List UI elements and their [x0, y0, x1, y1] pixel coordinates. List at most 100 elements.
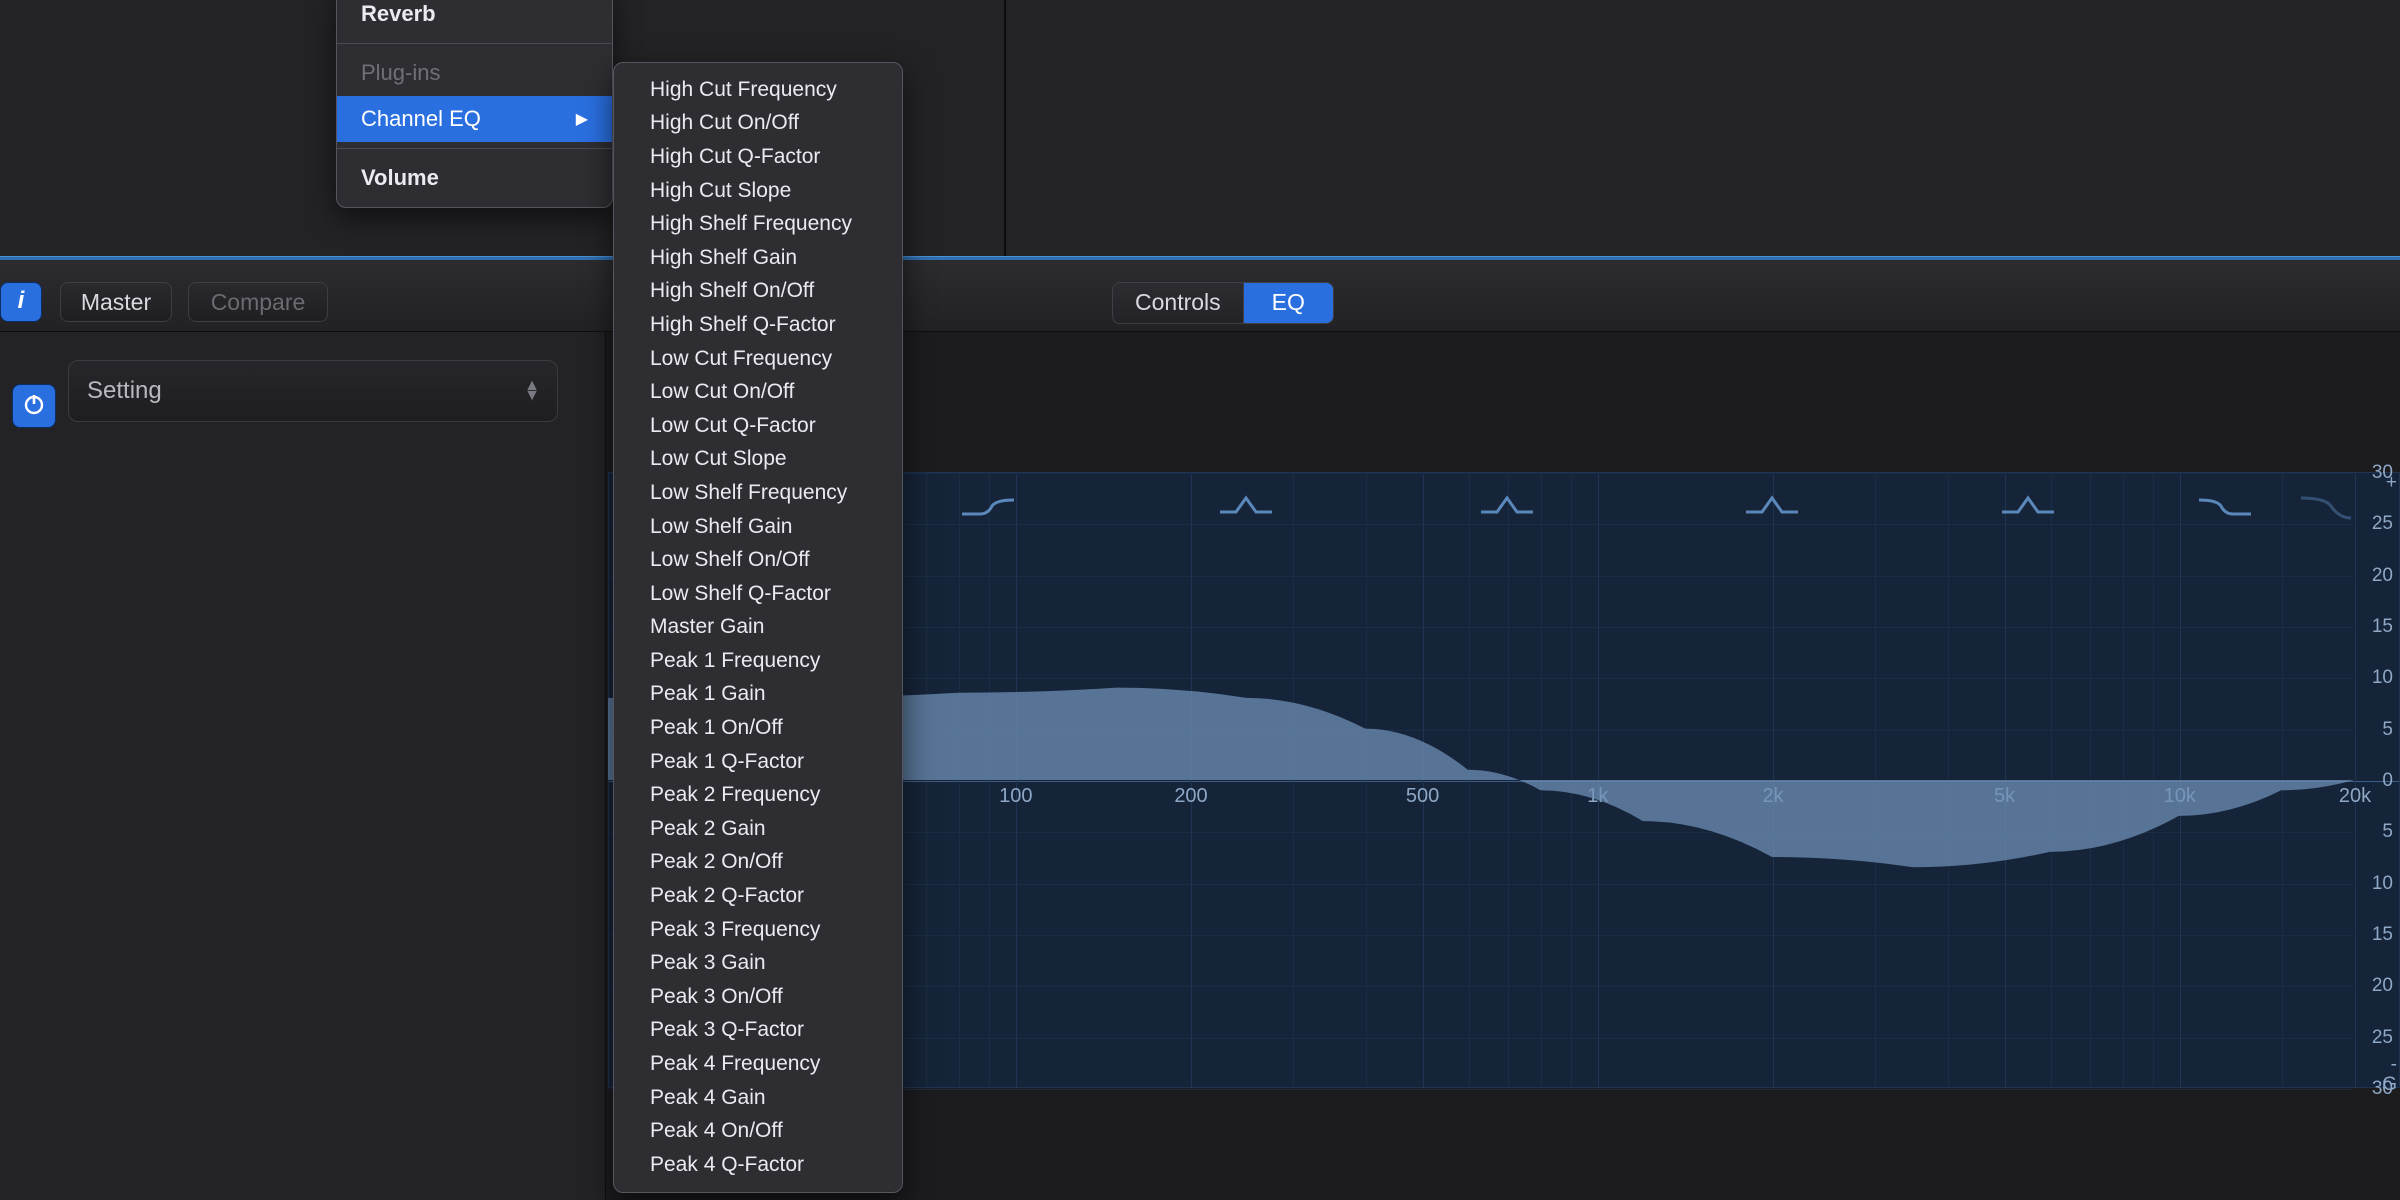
submenu-item[interactable]: High Cut Slope: [614, 174, 902, 208]
tab-eq[interactable]: EQ: [1244, 283, 1333, 323]
gridline-vertical: [1598, 473, 1599, 1087]
submenu-item[interactable]: Peak 4 Frequency: [614, 1047, 902, 1081]
submenu-item[interactable]: High Cut On/Off: [614, 107, 902, 141]
submenu-item[interactable]: Peak 1 Q-Factor: [614, 745, 902, 779]
submenu-item[interactable]: Low Shelf Q-Factor: [614, 577, 902, 611]
power-icon: [22, 392, 46, 421]
freq-tick-label: 500: [1406, 785, 1439, 808]
info-button[interactable]: i: [0, 282, 42, 322]
submenu-item[interactable]: Peak 4 On/Off: [614, 1114, 902, 1148]
power-button[interactable]: [12, 384, 56, 428]
submenu-item[interactable]: Low Shelf On/Off: [614, 543, 902, 577]
lowshelf-band-icon[interactable]: [958, 492, 1018, 527]
db-tick-label: 15: [2372, 616, 2393, 638]
submenu-item[interactable]: Peak 2 Q-Factor: [614, 879, 902, 913]
gridline-vertical-minor: [2123, 473, 2124, 1087]
submenu-item[interactable]: High Shelf Q-Factor: [614, 308, 902, 342]
preset-select[interactable]: Setting ▲▼: [68, 360, 558, 422]
peak-band-icon[interactable]: [1742, 492, 1802, 527]
submenu-item[interactable]: Peak 3 Gain: [614, 946, 902, 980]
submenu-item[interactable]: Peak 4 Gain: [614, 1081, 902, 1115]
stepper-arrows-icon: ▲▼: [524, 381, 539, 401]
submenu-item[interactable]: Peak 4 Q-Factor: [614, 1148, 902, 1182]
submenu-item[interactable]: High Cut Frequency: [614, 73, 902, 107]
db-tick-label: 10: [2372, 873, 2393, 895]
submenu-item[interactable]: High Shelf Frequency: [614, 207, 902, 241]
db-tick-label: 10: [2372, 667, 2393, 689]
menu-item[interactable]: Reverb: [337, 0, 612, 37]
peak-band-icon[interactable]: [1216, 492, 1276, 527]
gridline-vertical-minor: [2090, 473, 2091, 1087]
submenu-item[interactable]: Peak 1 Frequency: [614, 644, 902, 678]
menu-separator: [337, 43, 612, 44]
submenu-item[interactable]: Low Cut Slope: [614, 443, 902, 477]
gridline-vertical-minor: [1366, 473, 1367, 1087]
submenu-item[interactable]: Low Cut Q-Factor: [614, 409, 902, 443]
channel-eq-submenu[interactable]: High Cut FrequencyHigh Cut On/OffHigh Cu…: [613, 62, 903, 1193]
freq-tick-label: 2k: [1762, 785, 1783, 808]
gridline-vertical-minor: [1541, 473, 1542, 1087]
submenu-item[interactable]: High Shelf Gain: [614, 241, 902, 275]
gridline-vertical-minor: [1469, 473, 1470, 1087]
freq-tick-label: 20k: [2339, 785, 2371, 808]
gridline-vertical: [2005, 473, 2006, 1087]
submenu-item[interactable]: Peak 3 Q-Factor: [614, 1014, 902, 1048]
gridline-vertical-minor: [1293, 473, 1294, 1087]
gridline-vertical-minor: [1508, 473, 1509, 1087]
db-tick-label: 0: [2382, 770, 2393, 792]
submenu-item[interactable]: Low Cut Frequency: [614, 342, 902, 376]
db-tick-label: 20: [2372, 565, 2393, 587]
gridline-vertical: [2180, 473, 2181, 1087]
gridline-vertical: [1191, 473, 1192, 1087]
highshelf-band-icon[interactable]: [2195, 492, 2255, 527]
gridline-vertical: [1773, 473, 1774, 1087]
menu-item-label: Reverb: [361, 1, 436, 27]
submenu-item[interactable]: Peak 3 Frequency: [614, 913, 902, 947]
freq-tick-label: 10k: [2164, 785, 2196, 808]
db-tick-label: 5: [2382, 719, 2393, 741]
peak-band-icon[interactable]: [1998, 492, 2058, 527]
db-scale-mark: G: [2382, 1074, 2397, 1096]
gridline-vertical-minor: [2153, 473, 2154, 1087]
submenu-item[interactable]: Master Gain: [614, 611, 902, 645]
tab-controls[interactable]: Controls: [1113, 283, 1244, 323]
highcut-band-icon[interactable]: [2297, 492, 2357, 527]
peak-band-icon[interactable]: [1477, 492, 1537, 527]
submenu-item[interactable]: Low Shelf Frequency: [614, 476, 902, 510]
master-button[interactable]: Master: [60, 282, 172, 322]
compare-button[interactable]: Compare: [188, 282, 328, 322]
menu-item[interactable]: Volume: [337, 155, 612, 201]
gridline-vertical-minor: [2051, 473, 2052, 1087]
gridline-vertical-minor: [1571, 473, 1572, 1087]
menu-separator: [337, 148, 612, 149]
gridline-vertical-minor: [2282, 473, 2283, 1087]
submenu-item[interactable]: Peak 2 On/Off: [614, 846, 902, 880]
freq-tick-label: 5k: [1994, 785, 2015, 808]
panel-divider: [1004, 0, 1006, 256]
submenu-item[interactable]: Peak 2 Frequency: [614, 778, 902, 812]
menu-item-label: Plug-ins: [361, 60, 440, 86]
preset-select-label: Setting: [87, 377, 162, 405]
submenu-item[interactable]: High Shelf On/Off: [614, 275, 902, 309]
inspector-panel: [0, 332, 606, 1200]
submenu-item[interactable]: Low Shelf Gain: [614, 510, 902, 544]
gridline-vertical-minor: [959, 473, 960, 1087]
submenu-item[interactable]: Peak 3 On/Off: [614, 980, 902, 1014]
automation-menu[interactable]: Reverb Plug-ins Channel EQ▶ Volume: [336, 0, 613, 208]
db-tick-label: 25: [2372, 1027, 2393, 1049]
submenu-item[interactable]: High Cut Q-Factor: [614, 140, 902, 174]
gridline-vertical-minor: [1948, 473, 1949, 1087]
db-tick-label: 20: [2372, 975, 2393, 997]
gridline-vertical: [1016, 473, 1017, 1087]
menu-item[interactable]: Channel EQ▶: [337, 96, 612, 142]
view-mode-segmented[interactable]: Controls EQ: [1112, 282, 1334, 324]
submenu-arrow-icon: ▶: [576, 109, 588, 129]
submenu-item[interactable]: Peak 1 On/Off: [614, 711, 902, 745]
submenu-item[interactable]: Peak 1 Gain: [614, 678, 902, 712]
gridline-vertical-minor: [926, 473, 927, 1087]
submenu-item[interactable]: Peak 2 Gain: [614, 812, 902, 846]
submenu-item[interactable]: Low Cut On/Off: [614, 375, 902, 409]
db-tick-label: 25: [2372, 513, 2393, 535]
gridline-vertical-minor: [989, 473, 990, 1087]
db-scale-mark: +: [2386, 472, 2397, 494]
